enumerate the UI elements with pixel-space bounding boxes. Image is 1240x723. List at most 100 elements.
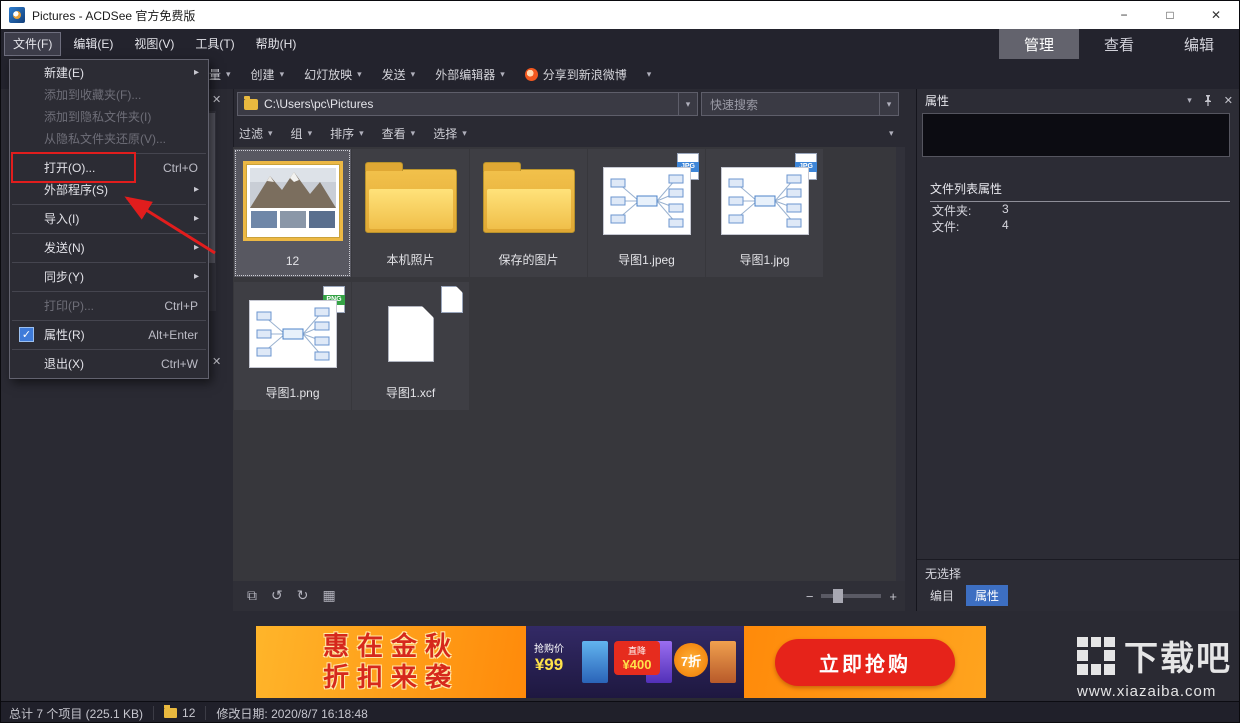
menu-file[interactable]: 文件(F) (4, 32, 61, 56)
image-thumbnail (234, 288, 351, 380)
submenu-arrow-icon: ▸ (194, 266, 199, 288)
product-box (710, 641, 736, 683)
toolbar-slideshow[interactable]: 幻灯放映▾ (304, 66, 362, 83)
mode-edit-button[interactable]: 编辑 (1159, 29, 1239, 59)
search-dropdown-button[interactable]: ▾ (879, 93, 898, 115)
panel-close-button[interactable]: ✕ (212, 93, 221, 106)
folder-icon (483, 169, 575, 233)
ad-cta-button[interactable]: 立即抢购 (775, 639, 955, 686)
chevron-down-icon: ▾ (359, 128, 364, 139)
search-placeholder: 快速搜索 (710, 96, 758, 113)
file-tile-jpeg[interactable]: JPG (588, 149, 705, 277)
sort-dropdown[interactable]: 排序▾ (330, 125, 364, 142)
weibo-icon (525, 68, 538, 81)
acdsee-app-icon (9, 7, 25, 23)
menu-item-open[interactable]: 打开(O)...Ctrl+O (10, 157, 208, 179)
filter-overflow-button[interactable]: ▾ (889, 121, 894, 145)
mindmap-thumbnail (255, 306, 331, 362)
toolbar-create[interactable]: 创建▾ (251, 66, 285, 83)
quick-search-input[interactable]: 快速搜索 ▾ (701, 92, 899, 116)
chevron-down-icon: ▾ (889, 128, 894, 139)
view-dropdown[interactable]: 查看▾ (382, 125, 416, 142)
close-icon[interactable]: ✕ (1224, 94, 1233, 107)
folder-icon (164, 708, 177, 718)
files-count: 4 (1002, 218, 1009, 232)
photo-strip (251, 211, 335, 228)
file-name: 12 (234, 254, 351, 268)
grid-view-icon[interactable]: ▦ (322, 588, 335, 604)
ad-banner[interactable]: 惠在金秋 折扣来袭 抢购价¥99 直降¥400 7折 立即抢购 (256, 626, 986, 698)
property-row: 文件: 4 (932, 218, 959, 235)
menu-item-external-programs[interactable]: 外部程序(S)▸ (10, 179, 208, 201)
chevron-down-icon: ▾ (500, 69, 505, 80)
zoom-slider[interactable] (821, 594, 881, 598)
chevron-down-icon[interactable]: ▾ (1187, 95, 1192, 106)
ad-products: 抢购价¥99 直降¥400 7折 (526, 626, 744, 698)
file-tile-jpg[interactable]: JPG (706, 149, 823, 277)
file-tile-xcf[interactable]: 导图1.xcf (352, 282, 469, 410)
status-current-folder: 12 (182, 706, 195, 720)
file-tile-folder-12[interactable]: 12 (234, 149, 351, 277)
file-list-scrollbar[interactable] (896, 147, 905, 581)
copy-icon[interactable]: ⧉ (247, 588, 257, 604)
chevron-down-icon: ▾ (226, 69, 231, 80)
menu-item-send[interactable]: 发送(N)▸ (10, 237, 208, 259)
file-name: 导图1.xcf (352, 384, 469, 401)
chevron-down-icon: ▾ (280, 69, 285, 80)
submenu-arrow-icon: ▸ (194, 237, 199, 259)
close-icon: ✕ (1211, 8, 1221, 22)
file-name: 保存的图片 (470, 251, 587, 268)
close-button[interactable]: ✕ (1193, 1, 1239, 29)
file-tile-png[interactable]: PNG (234, 282, 351, 410)
mode-view-button[interactable]: 查看 (1079, 29, 1159, 59)
divider (153, 706, 154, 720)
group-dropdown[interactable]: 组▾ (291, 125, 313, 142)
menu-help[interactable]: 帮助(H) (247, 32, 306, 56)
properties-title: 属性 (925, 92, 949, 109)
preview-box (922, 113, 1230, 157)
address-bar[interactable]: C:\Users\pc\Pictures ▾ (237, 92, 698, 116)
ad-discount-badge: 直降¥400 (614, 641, 660, 675)
folder-icon (365, 169, 457, 233)
scrollbar-thumb[interactable] (208, 113, 215, 263)
toolbar-overflow[interactable]: ▾ (647, 69, 652, 80)
menu-item-exit[interactable]: 退出(X)Ctrl+W (10, 353, 208, 375)
pin-icon[interactable] (1203, 95, 1213, 106)
tab-properties[interactable]: 属性 (966, 585, 1008, 606)
menu-tools[interactable]: 工具(T) (186, 32, 243, 56)
menu-item-sync[interactable]: 同步(Y)▸ (10, 266, 208, 288)
maximize-button[interactable]: □ (1147, 1, 1193, 29)
zoom-slider-thumb[interactable] (833, 589, 843, 603)
file-name: 本机照片 (352, 251, 469, 268)
menu-item-import[interactable]: 导入(I)▸ (10, 208, 208, 230)
panel-close-button[interactable]: ✕ (212, 355, 221, 368)
menu-item-add-to-favorites: 添加到收藏夹(F)... (10, 84, 208, 106)
maximize-icon: □ (1166, 8, 1173, 22)
minimize-button[interactable]: − (1101, 1, 1147, 29)
rotate-right-icon[interactable]: ↻ (297, 588, 309, 604)
select-dropdown[interactable]: 选择▾ (433, 125, 467, 142)
checked-checkbox-icon: ✓ (19, 327, 34, 342)
menu-item-new[interactable]: 新建(E)▸ (10, 62, 208, 84)
menu-edit[interactable]: 编辑(E) (64, 32, 122, 56)
menu-item-properties[interactable]: ✓属性(R)Alt+Enter (10, 324, 208, 346)
file-tile-folder-saved-pictures[interactable]: 保存的图片 (470, 149, 587, 277)
status-total: 总计 7 个项目 (225.1 KB) (9, 705, 143, 722)
toolbar-share-weibo[interactable]: 分享到新浪微博 (525, 66, 627, 83)
path-dropdown-button[interactable]: ▾ (678, 93, 697, 115)
status-bar: 总计 7 个项目 (225.1 KB) 12 修改日期: 2020/8/7 16… (1, 701, 1239, 723)
zoom-out-button[interactable]: − (806, 589, 814, 604)
menu-view[interactable]: 视图(V) (125, 32, 183, 56)
ad-zone: 惠在金秋 折扣来袭 抢购价¥99 直降¥400 7折 立即抢购 (1, 611, 1239, 701)
file-tile-folder-local-photos[interactable]: 本机照片 (352, 149, 469, 277)
tab-catalog[interactable]: 编目 (921, 585, 963, 606)
toolbar-send[interactable]: 发送▾ (382, 66, 416, 83)
document-thumbnail (352, 288, 469, 380)
shortcut-label: Ctrl+O (163, 157, 198, 179)
mode-manage-button[interactable]: 管理 (999, 29, 1079, 59)
rotate-left-icon[interactable]: ↺ (271, 588, 283, 604)
zoom-in-button[interactable]: + (889, 589, 897, 604)
filter-dropdown[interactable]: 过滤▾ (239, 125, 273, 142)
file-name: 导图1.png (234, 384, 351, 401)
toolbar-external-editor[interactable]: 外部编辑器▾ (435, 66, 505, 83)
